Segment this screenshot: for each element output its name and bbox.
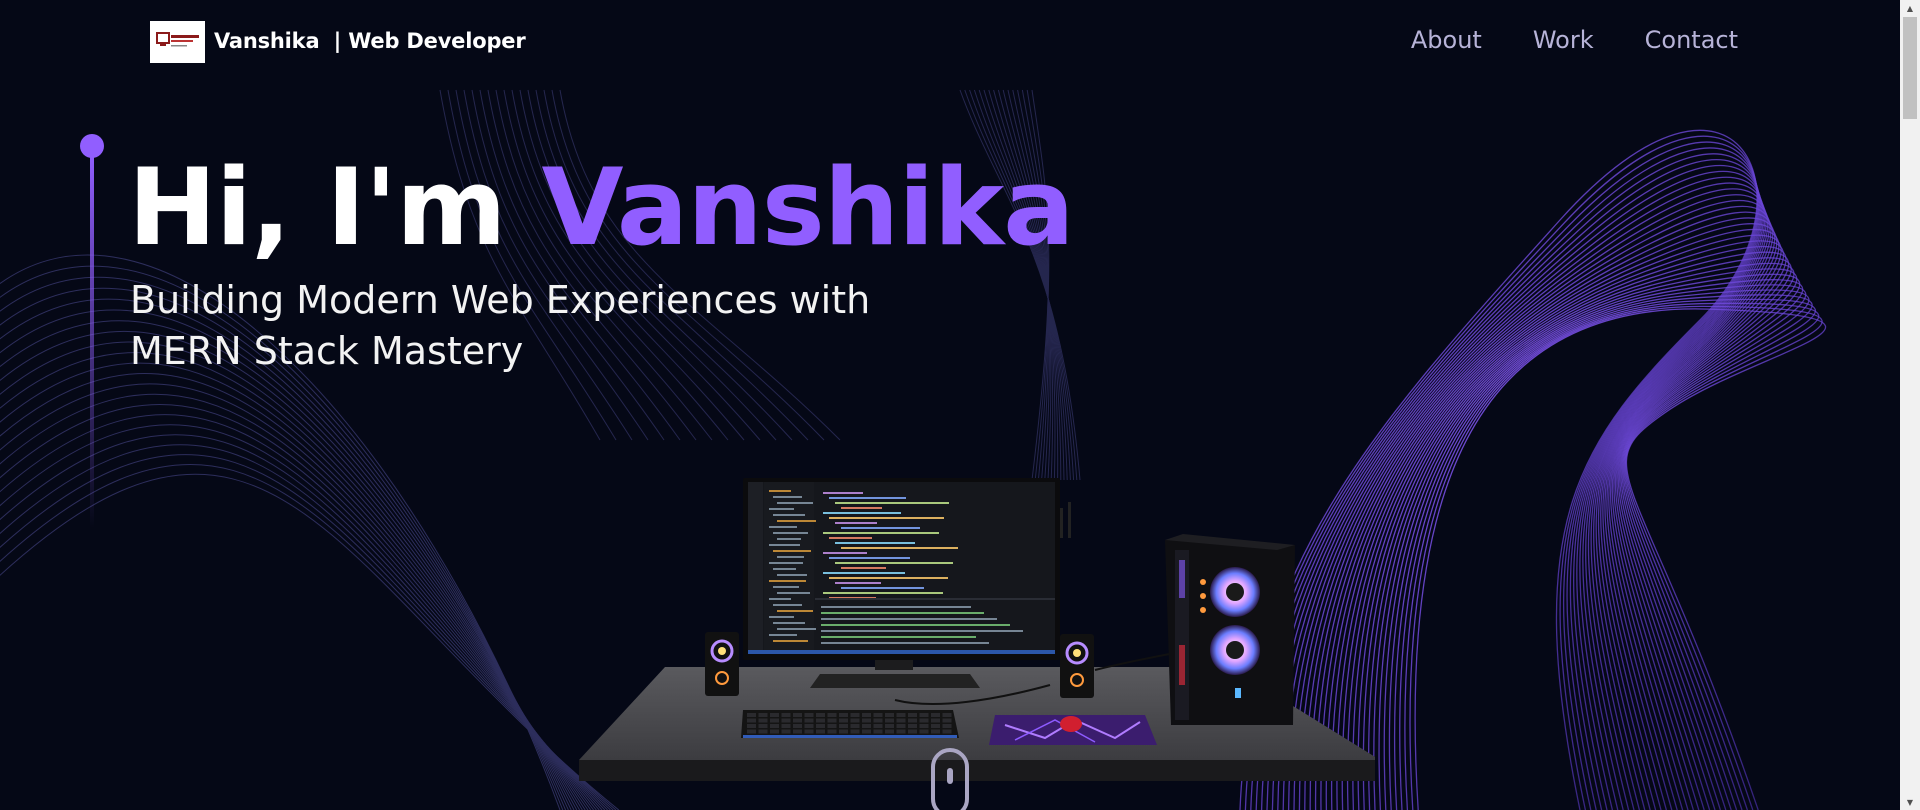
scrollbar-thumb[interactable] [1903, 17, 1917, 119]
mouse [1060, 716, 1082, 732]
hero-greeting: Hi, I'm [128, 146, 542, 269]
mousepad [989, 715, 1157, 745]
scroll-up-icon[interactable]: ▲ [1900, 0, 1920, 16]
page: Vanshika | Web Developer About Work Cont… [0, 0, 1900, 810]
nav-link-contact[interactable]: Contact [1645, 26, 1738, 54]
nav-link-about[interactable]: About [1411, 26, 1482, 54]
monitor [743, 478, 1060, 660]
keyboard [741, 710, 959, 738]
right-speaker [1060, 634, 1094, 698]
nav-link-work[interactable]: Work [1533, 26, 1594, 54]
desk-computer-scene[interactable] [575, 470, 1375, 790]
scroll-down-icon[interactable]: ▼ [1900, 794, 1920, 810]
logo[interactable] [150, 21, 205, 63]
desk-edge [579, 760, 1375, 781]
navbar: Vanshika | Web Developer About Work Cont… [0, 0, 1900, 88]
scroll-indicator[interactable] [931, 748, 969, 810]
site-logo-icon [155, 32, 199, 47]
monitor-base [810, 674, 980, 688]
brand-title[interactable]: Vanshika | Web Developer [214, 29, 526, 53]
hero-title: Hi, I'm Vanshika [128, 145, 1075, 270]
hero-name: Vanshika [541, 146, 1074, 269]
nav-links: About Work Contact [1411, 26, 1738, 54]
hero-subtitle: Building Modern Web Experiences with MER… [130, 278, 871, 373]
page-scrollbar[interactable]: ▲ ▼ [1900, 0, 1920, 810]
hero-accent-line [80, 134, 104, 528]
mouse-scroll-icon [947, 768, 953, 784]
left-speaker [705, 632, 739, 696]
